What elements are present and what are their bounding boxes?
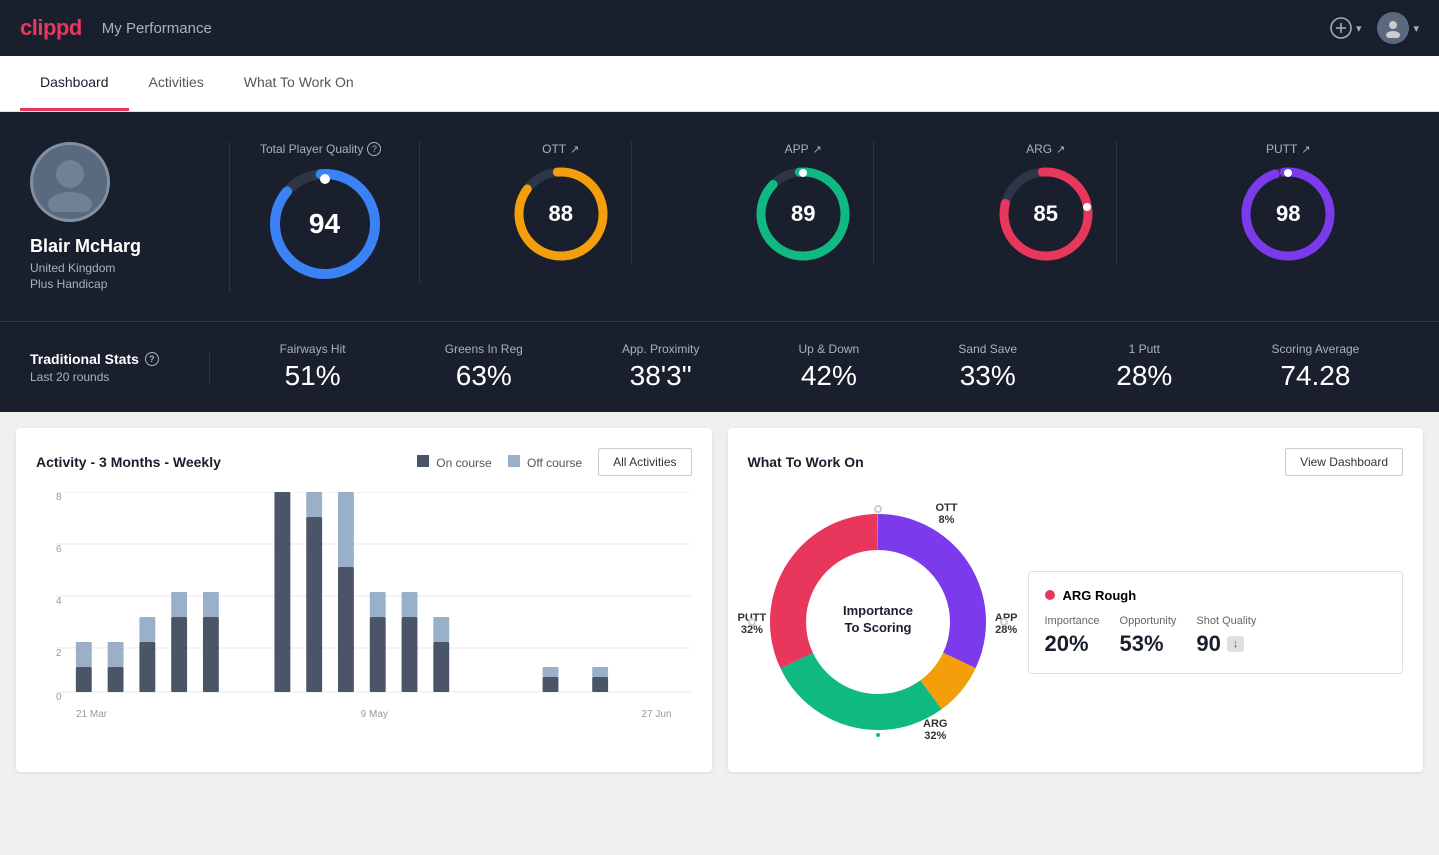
traditional-stats-title: Traditional Stats	[30, 351, 139, 367]
info-metrics: Importance 20% Opportunity 53% Shot Qual…	[1045, 615, 1387, 657]
stat-updown: Up & Down 42%	[799, 342, 860, 392]
player-name: Blair McHarg	[30, 236, 141, 257]
donut-chart-svg: Importance To Scoring	[748, 492, 1008, 752]
svg-text:0: 0	[56, 692, 62, 702]
sub-scores: OTT ↗ 88 APP ↗	[420, 142, 1409, 264]
putt-value: 98	[1276, 201, 1300, 227]
dot-bottom	[874, 731, 882, 739]
shot-quality-tag: ↓	[1227, 636, 1245, 652]
stats-bar: Traditional Stats ? Last 20 rounds Fairw…	[0, 321, 1439, 412]
work-on-card: What To Work On View Dashboard	[728, 428, 1424, 772]
player-country: United Kingdom	[30, 261, 115, 275]
sub-score-app: APP ↗ 89	[733, 142, 874, 264]
app-circle: 89	[753, 164, 853, 264]
app-arrow: ↗	[813, 143, 822, 156]
svg-text:To Scoring: To Scoring	[844, 620, 911, 635]
avatar	[1377, 12, 1409, 44]
legend-on-course: On course	[436, 456, 491, 470]
dot-left	[748, 618, 756, 626]
app-value: 89	[791, 201, 815, 227]
sub-score-ott: OTT ↗ 88	[491, 142, 632, 264]
segment-label-arg: ARG32%	[923, 718, 947, 742]
segment-label-ott: OTT8%	[936, 502, 958, 526]
info-detail-card: ARG Rough Importance 20% Opportunity 53%…	[1028, 571, 1404, 674]
ott-arrow: ↗	[570, 143, 579, 156]
work-on-content: Importance To Scoring OTT8% APP28% ARG32…	[748, 492, 1404, 752]
stats-label-group: Traditional Stats ? Last 20 rounds	[30, 351, 210, 384]
header-right: ▾ ▾	[1330, 12, 1419, 44]
svg-text:Importance: Importance	[842, 603, 912, 618]
stats-values: Fairways Hit 51% Greens In Reg 63% App. …	[210, 342, 1409, 392]
dot-right	[1000, 618, 1008, 626]
putt-arrow: ↗	[1301, 143, 1310, 156]
player-handicap: Plus Handicap	[30, 277, 107, 291]
metric-shot-quality: Shot Quality 90 ↓	[1196, 615, 1256, 657]
arg-circle: 85	[996, 164, 1096, 264]
stat-sandsave: Sand Save 33%	[958, 342, 1017, 392]
svg-text:8: 8	[56, 492, 62, 503]
svg-text:6: 6	[56, 544, 62, 555]
all-activities-button[interactable]: All Activities	[598, 448, 691, 476]
user-menu[interactable]: ▾	[1377, 12, 1419, 44]
lower-section: Activity - 3 Months - Weekly On course O…	[0, 412, 1439, 788]
donut-chart-container: Importance To Scoring OTT8% APP28% ARG32…	[748, 492, 1008, 752]
stat-1putt: 1 Putt 28%	[1116, 342, 1172, 392]
total-quality-circle: 94	[265, 164, 385, 284]
arg-value: 85	[1034, 201, 1058, 227]
arg-arrow: ↗	[1056, 143, 1065, 156]
total-quality-value: 94	[309, 208, 340, 240]
legend-off-course: Off course	[527, 456, 582, 470]
sub-score-putt: PUTT ↗ 98	[1218, 142, 1358, 264]
hero-section: Blair McHarg United Kingdom Plus Handica…	[0, 112, 1439, 321]
stat-greens: Greens In Reg 63%	[445, 342, 523, 392]
traditional-stats-subtitle: Last 20 rounds	[30, 370, 179, 384]
tabs: Dashboard Activities What To Work On	[0, 56, 1439, 112]
stat-fairways: Fairways Hit 51%	[280, 342, 346, 392]
work-on-title: What To Work On	[748, 454, 864, 470]
svg-text:4: 4	[56, 596, 62, 607]
player-info: Blair McHarg United Kingdom Plus Handica…	[30, 142, 230, 291]
activity-card: Activity - 3 Months - Weekly On course O…	[16, 428, 712, 772]
stat-scoring: Scoring Average 74.28	[1272, 342, 1360, 392]
total-quality-label: Total Player Quality ?	[260, 142, 381, 156]
sub-score-arg: ARG ↗ 85	[976, 142, 1117, 264]
metric-opportunity: Opportunity 53%	[1120, 615, 1177, 657]
activity-legend: On course Off course	[417, 455, 582, 470]
metric-importance: Importance 20%	[1045, 615, 1100, 657]
x-axis: 21 Mar 9 May 27 Jun	[56, 709, 692, 720]
activity-chart-title: Activity - 3 Months - Weekly	[36, 454, 221, 470]
total-quality-help[interactable]: ?	[367, 142, 381, 156]
player-avatar	[30, 142, 110, 222]
activity-chart-svg: 8 6 4 2 0	[56, 492, 692, 702]
header-left: clippd My Performance	[20, 15, 212, 41]
header-title: My Performance	[102, 20, 212, 37]
putt-circle: 98	[1238, 164, 1338, 264]
main-score: Total Player Quality ? 94	[260, 142, 420, 284]
work-on-card-header: What To Work On View Dashboard	[748, 448, 1404, 476]
tab-dashboard[interactable]: Dashboard	[20, 56, 129, 111]
view-dashboard-button[interactable]: View Dashboard	[1285, 448, 1403, 476]
header: clippd My Performance ▾ ▾	[0, 0, 1439, 56]
stat-proximity: App. Proximity 38'3"	[622, 342, 699, 392]
logo[interactable]: clippd	[20, 15, 82, 41]
info-card-title: ARG Rough	[1045, 588, 1387, 603]
dot-top	[874, 505, 882, 513]
tab-activities[interactable]: Activities	[129, 56, 224, 111]
add-icon[interactable]: ▾	[1330, 17, 1362, 39]
svg-text:2: 2	[56, 648, 62, 659]
activity-card-header: Activity - 3 Months - Weekly On course O…	[36, 448, 692, 476]
traditional-stats-help[interactable]: ?	[145, 352, 159, 366]
arg-dot	[1045, 590, 1055, 600]
tab-what-to-work-on[interactable]: What To Work On	[224, 56, 374, 111]
ott-value: 88	[549, 201, 573, 227]
scores-section: Total Player Quality ? 94 OTT	[230, 142, 1409, 291]
ott-circle: 88	[511, 164, 611, 264]
